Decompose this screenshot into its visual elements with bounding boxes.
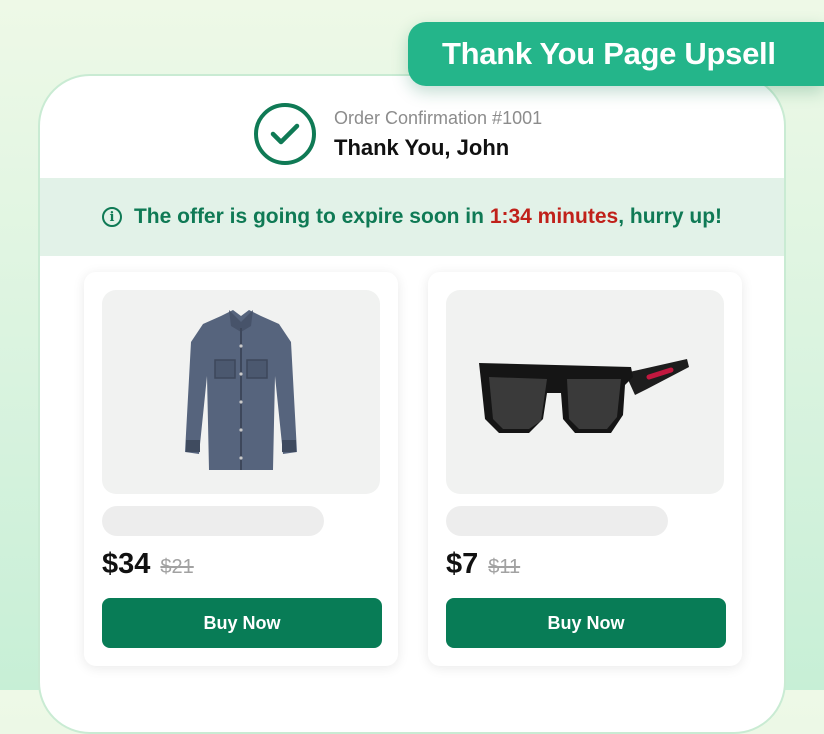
expiry-banner: i The offer is going to expire soon in 1… <box>40 178 784 256</box>
thank-you-card: Order Confirmation #1001 Thank You, John… <box>38 74 786 734</box>
price-row: $34 $21 <box>102 548 194 581</box>
order-confirmation: Order Confirmation #1001 Thank You, John <box>254 102 542 166</box>
title-placeholder <box>102 506 324 536</box>
product-card: $7 $11 Buy Now <box>428 272 742 666</box>
product-image <box>446 290 724 494</box>
buy-now-button[interactable]: Buy Now <box>446 598 726 648</box>
confirmation-text: Order Confirmation #1001 Thank You, John <box>334 108 542 161</box>
banner-text-after: , hurry up! <box>618 205 723 228</box>
greeting: Thank You, John <box>334 134 510 160</box>
countdown-timer: 1:34 minutes <box>489 205 619 228</box>
price-row: $7 $11 <box>446 548 520 581</box>
info-icon: i <box>101 207 122 227</box>
check-circle-icon <box>254 103 316 165</box>
original-price: $11 <box>488 556 521 578</box>
title-placeholder <box>446 506 668 536</box>
banner-text-before: The offer is going to expire soon in <box>133 205 490 228</box>
order-number: Order Confirmation #1001 <box>334 107 543 128</box>
shirt-image <box>185 310 297 470</box>
product-image <box>102 290 380 494</box>
sale-price: $7 <box>446 548 479 580</box>
banner-text: The offer is going to expire soon in 1:3… <box>134 205 722 229</box>
product-card: $34 $21 Buy Now <box>84 272 398 666</box>
page-title-badge: Thank You Page Upsell <box>408 22 824 86</box>
original-price: $21 <box>160 556 194 578</box>
buy-now-button[interactable]: Buy Now <box>102 598 382 648</box>
page-title: Thank You Page Upsell <box>442 36 776 71</box>
sale-price: $34 <box>102 548 151 580</box>
sunglasses-image <box>479 359 689 433</box>
